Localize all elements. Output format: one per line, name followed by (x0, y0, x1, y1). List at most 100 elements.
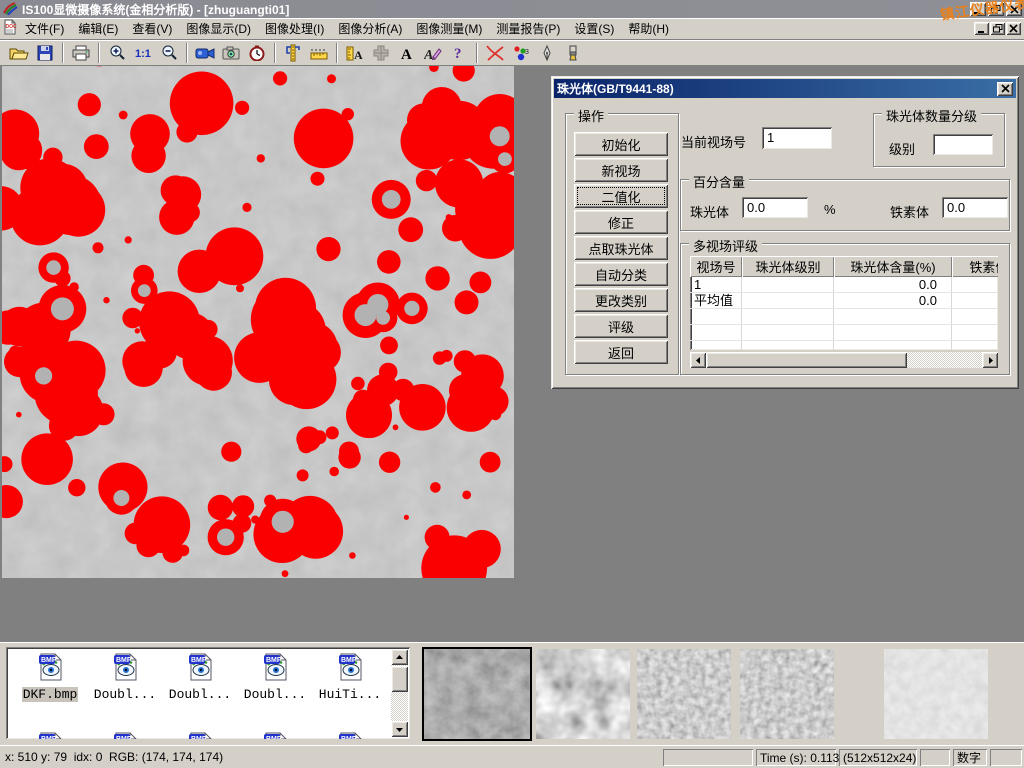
op-button-9[interactable]: 返回 (574, 340, 668, 364)
table-horizontal-scrollbar[interactable] (690, 352, 998, 368)
table-header-cell[interactable]: 珠光体含量(%) (834, 256, 952, 277)
timer-button[interactable] (244, 41, 270, 65)
help-button[interactable]: ? (446, 41, 472, 65)
op-button-1[interactable]: 初始化 (574, 132, 668, 156)
file-name[interactable]: Doubl... (93, 687, 157, 702)
mdi-restore-button[interactable] (990, 22, 1005, 35)
curve-tool-button[interactable] (482, 41, 508, 65)
open-folder-button[interactable] (6, 41, 32, 65)
specimen-thumbnail-3[interactable] (637, 649, 731, 739)
file-item-Doubl...[interactable]: BMPDoubl... (239, 652, 311, 702)
file-item-row2[interactable]: BMP (239, 731, 311, 739)
op-button-4[interactable]: 修正 (574, 210, 668, 234)
brush-button[interactable] (560, 41, 586, 65)
percent-input-1[interactable]: 0.0 (742, 197, 808, 218)
file-name[interactable]: HuiTi... (318, 687, 382, 702)
file-item-row2[interactable]: BMP (314, 731, 386, 739)
scroll-right-button[interactable] (982, 352, 998, 368)
file-name[interactable]: Doubl... (243, 687, 307, 702)
zoom-in-button[interactable] (104, 41, 130, 65)
table-header-cell[interactable]: 视场号 (690, 256, 742, 277)
table-row[interactable] (690, 325, 998, 341)
file-item-row2[interactable]: BMP (14, 731, 86, 739)
menu-item-7[interactable]: 图像测量(M) (409, 19, 489, 39)
scroll-thumb[interactable] (391, 666, 408, 692)
grid-tool-button[interactable] (368, 41, 394, 65)
menu-item-1[interactable]: 文件(F) (18, 19, 71, 39)
table-row[interactable]: 平均值0.0 (690, 293, 998, 309)
grade-label: 级别 (889, 139, 915, 158)
micrograph-image[interactable] (2, 66, 514, 578)
specimen-thumbnail-2[interactable] (536, 649, 630, 739)
table-header-cell[interactable]: 珠光体级别 (742, 256, 834, 277)
op-button-7[interactable]: 更改类别 (574, 288, 668, 312)
dialog-titlebar[interactable]: 珠光体(GB/T9441-88) (554, 79, 1016, 98)
table-cell (834, 325, 952, 340)
table-cell (742, 309, 834, 324)
measure-text-button[interactable]: A (342, 41, 368, 65)
document-icon[interactable]: DOC (2, 19, 18, 38)
text-button[interactable]: A (394, 41, 420, 65)
scroll-track[interactable] (706, 352, 982, 368)
file-list-scrollbar[interactable] (391, 649, 408, 737)
zoom-out-button[interactable] (156, 41, 182, 65)
op-button-3[interactable]: 二值化 (574, 184, 668, 208)
menu-item-9[interactable]: 设置(S) (567, 19, 621, 39)
camera-button[interactable] (218, 41, 244, 65)
specimen-thumbnail-4[interactable] (740, 649, 834, 739)
menu-item-2[interactable]: 编辑(E) (71, 19, 125, 39)
scroll-up-button[interactable] (391, 649, 408, 665)
grade-input[interactable] (933, 134, 993, 155)
dialog-close-button[interactable] (997, 82, 1013, 96)
scroll-thumb[interactable] (706, 352, 907, 368)
pen-button[interactable] (534, 41, 560, 65)
table-row[interactable]: 10.0 (690, 277, 998, 293)
svg-text:BMP: BMP (41, 736, 57, 739)
file-list: BMPDKF.bmpBMPDoubl...BMPDoubl...BMPDoubl… (6, 647, 410, 739)
ruler-button[interactable] (306, 41, 332, 65)
specimen-thumbnail-1[interactable] (424, 649, 530, 739)
actual-size-button[interactable]: 1:1 (130, 41, 156, 65)
svg-text:BMP: BMP (116, 736, 132, 739)
video-camera-button[interactable] (192, 41, 218, 65)
file-item-DKF.bmp[interactable]: BMP DKF.bmp (14, 652, 86, 702)
current-field-input[interactable]: 1 (762, 127, 832, 149)
mdi-close-button[interactable] (1006, 22, 1021, 35)
toolbar-separator (274, 43, 276, 63)
op-button-6[interactable]: 自动分类 (574, 262, 668, 286)
multi-view-table[interactable]: 视场号珠光体级别珠光体含量(%)铁素体含量(%)10.0平均值0.0 (690, 256, 998, 350)
scroll-left-button[interactable] (690, 352, 706, 368)
op-button-2[interactable]: 新视场 (574, 158, 668, 182)
file-name[interactable]: DKF.bmp (22, 687, 79, 702)
save-button[interactable] (32, 41, 58, 65)
menu-item-8[interactable]: 测量报告(P) (489, 19, 567, 39)
file-item-Doubl...[interactable]: BMPDoubl... (164, 652, 236, 702)
annotate-button[interactable]: A (420, 41, 446, 65)
menu-item-4[interactable]: 图像显示(D) (179, 19, 258, 39)
file-item-row2[interactable]: BMP (164, 731, 236, 739)
op-button-8[interactable]: 评级 (574, 314, 668, 338)
table-cell (952, 341, 998, 350)
table-row[interactable] (690, 341, 998, 350)
file-item-row2[interactable]: BMP (89, 731, 161, 739)
table-header-cell[interactable]: 铁素体含量(%) (952, 256, 998, 277)
percent-group-label: 百分含量 (689, 172, 749, 191)
bmp-file-icon: BMP (35, 671, 65, 685)
table-row[interactable] (690, 309, 998, 325)
specimen-thumbnail-5[interactable] (884, 649, 988, 739)
mdi-minimize-button[interactable] (974, 22, 989, 35)
menu-item-3[interactable]: 查看(V) (125, 19, 179, 39)
menu-item-6[interactable]: 图像分析(A) (331, 19, 409, 39)
points-tool-button[interactable]: 3 (508, 41, 534, 65)
op-button-5[interactable]: 点取珠光体 (574, 236, 668, 260)
file-item-Doubl...[interactable]: BMPDoubl... (89, 652, 161, 702)
print-button[interactable] (68, 41, 94, 65)
file-name[interactable]: Doubl... (168, 687, 232, 702)
menu-item-10[interactable]: 帮助(H) (621, 19, 676, 39)
file-item-HuiTi...[interactable]: BMPHuiTi... (314, 652, 386, 702)
menu-item-5[interactable]: 图像处理(I) (258, 19, 331, 39)
percent-input-2[interactable]: 0.0 (942, 197, 1008, 218)
scroll-down-button[interactable] (391, 721, 408, 737)
status-field-empty (990, 749, 1022, 766)
caliper-button[interactable] (280, 41, 306, 65)
